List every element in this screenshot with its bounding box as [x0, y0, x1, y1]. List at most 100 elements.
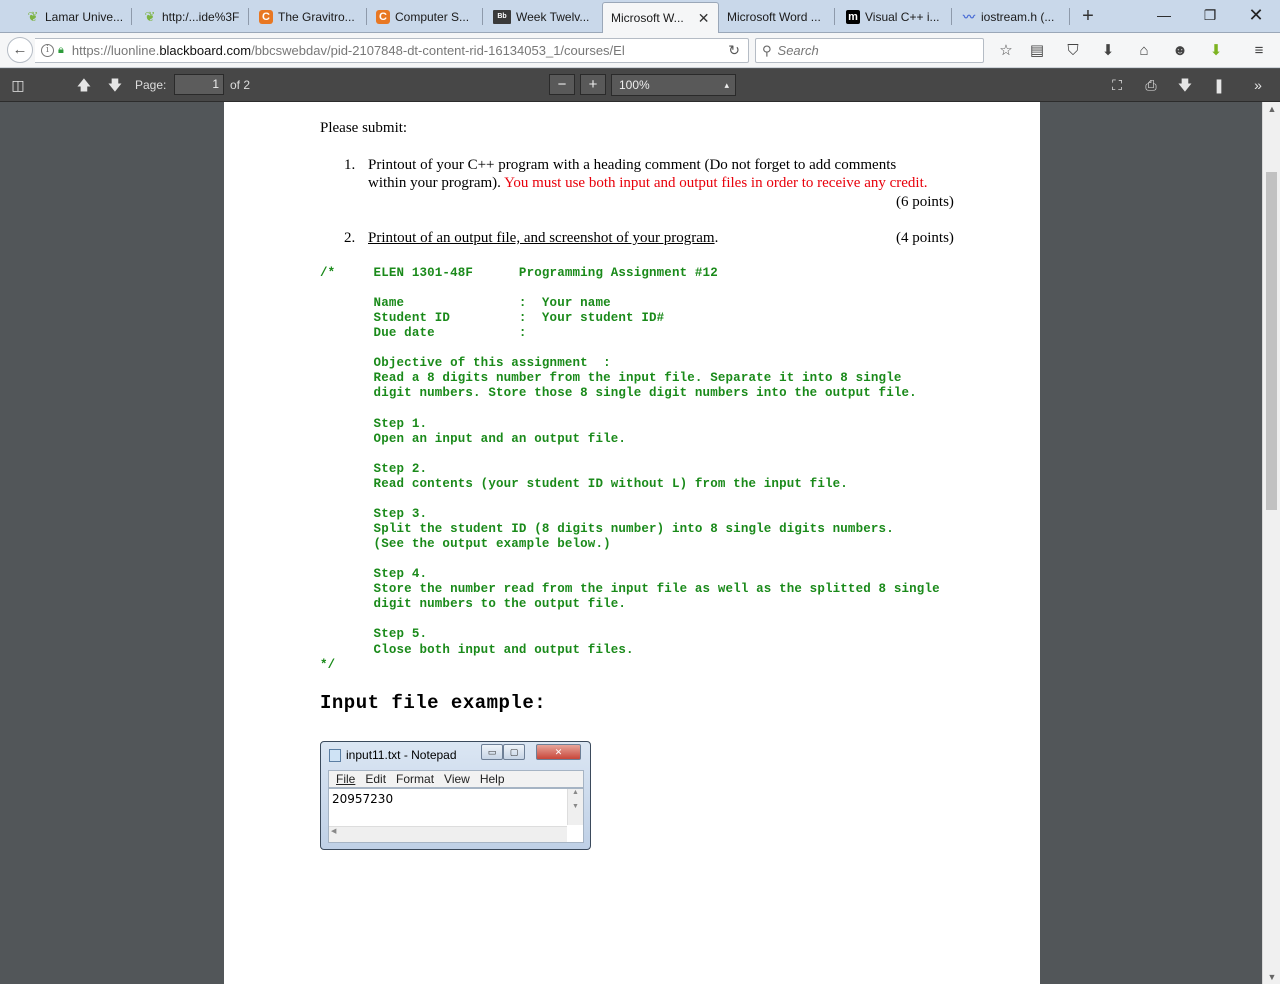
- leaf-icon: ❦: [144, 8, 156, 24]
- tab-lamar[interactable]: ❦ Lamar Unive...: [20, 4, 132, 29]
- menu-file: File: [336, 772, 356, 786]
- print-icon[interactable]: ⎙: [1139, 74, 1163, 96]
- menu-help: Help: [479, 772, 505, 786]
- previous-page-icon[interactable]: 🡅: [72, 74, 96, 96]
- search-icon: ⚲: [762, 42, 772, 58]
- scrollbar-thumb[interactable]: [1266, 172, 1277, 510]
- code-line: digit numbers. Store those 8 single digi…: [320, 386, 917, 401]
- page-scrollbar[interactable]: ▲ ▼: [1262, 102, 1280, 984]
- page-number-input[interactable]: 1: [174, 74, 224, 95]
- close-icon: ✕: [536, 744, 581, 760]
- tab-iostream[interactable]: 〰 iostream.h (...: [956, 4, 1070, 29]
- code-line: (See the output example below.): [320, 537, 611, 552]
- chat-icon[interactable]: ☻: [1169, 40, 1191, 62]
- code-line: Step 4.: [320, 567, 428, 582]
- code-line: */: [320, 657, 336, 672]
- item2-number: 2.: [344, 230, 356, 246]
- chegg-icon: C: [259, 9, 273, 24]
- item1-points: (6 points): [896, 194, 954, 210]
- tab-strip: ❦ Lamar Unive... ❦ http:/...ide%3F C The…: [0, 0, 1280, 33]
- zoom-select[interactable]: 100% ▴: [611, 74, 736, 96]
- pdf-viewer: Please submit: 1. Printout of your C++ p…: [0, 102, 1262, 984]
- navigation-bar: ← i 🔒︎ https://luonline.blackboard.com/b…: [0, 33, 1280, 68]
- wave-icon: 〰: [962, 10, 975, 24]
- zoom-value: 100%: [619, 78, 650, 92]
- next-page-icon[interactable]: 🡇: [103, 74, 127, 96]
- item2-points: (4 points): [896, 230, 954, 246]
- tab-http[interactable]: ❦ http:/...ide%3F: [137, 4, 249, 29]
- tab-visual-cpp[interactable]: m Visual C++ i...: [840, 4, 952, 29]
- minimize-icon[interactable]: —: [1141, 2, 1187, 28]
- m-icon: m: [846, 9, 860, 24]
- item1-number: 1.: [344, 157, 356, 173]
- page-count: of 2: [230, 78, 251, 92]
- code-line: Step 2.: [320, 461, 428, 476]
- presentation-mode-icon[interactable]: ⛶: [1105, 74, 1129, 96]
- pocket-icon[interactable]: ⛉: [1062, 40, 1084, 62]
- url-bar[interactable]: i 🔒︎ https://luonline.blackboard.com/bbc…: [35, 38, 749, 63]
- url-text[interactable]: https://luonline.blackboard.com/bbcswebd…: [72, 43, 696, 58]
- notepad-content: 20957230: [332, 792, 394, 806]
- scroll-up-icon[interactable]: ▲: [1266, 103, 1278, 115]
- chevron-updown-icon: ▴: [724, 80, 729, 90]
- tab-label: Microsoft W...: [611, 11, 684, 25]
- code-line: Step 5.: [320, 627, 428, 642]
- tab-week-twelve[interactable]: Bb Week Twelv...: [487, 4, 600, 29]
- code-line: Due date :: [320, 326, 527, 341]
- tab-microsoft-w-active[interactable]: Microsoft W... ✕: [602, 2, 719, 33]
- menu-view: View: [444, 772, 470, 786]
- item1-line2: within your program). You must use both …: [368, 175, 928, 191]
- bookmark-icon[interactable]: ❚: [1207, 74, 1231, 96]
- menu-format: Format: [396, 772, 435, 786]
- sidebar-toggle-icon[interactable]: ◫: [6, 74, 30, 96]
- tab-label: Week Twelv...: [516, 9, 590, 24]
- bookmark-star-icon[interactable]: ☆: [995, 40, 1017, 62]
- search-input[interactable]: ⚲ Search: [755, 38, 984, 63]
- notepad-icon: [329, 748, 341, 762]
- menu-edit: Edit: [365, 772, 387, 786]
- code-line: Objective of this assignment :: [320, 356, 611, 371]
- pdf-toolbar: ◫ 🡅 🡇 Page: 1 of 2 − + 100% ▴ ⛶ ⎙ 🡇 ❚ »: [0, 69, 1280, 102]
- close-tab-icon[interactable]: ✕: [698, 10, 710, 27]
- restore-icon[interactable]: ❐: [1187, 2, 1233, 28]
- tab-label: http:/...ide%3F: [162, 9, 240, 24]
- code-line: Store the number read from the input fil…: [320, 582, 940, 597]
- code-line: Step 1.: [320, 416, 428, 431]
- horizontal-scrollbar: ◀: [329, 826, 567, 842]
- credit-warning: You must use both input and output files…: [504, 175, 928, 191]
- new-tab-icon[interactable]: +: [1078, 4, 1098, 28]
- input-file-example-heading: Input file example:: [320, 692, 547, 714]
- tab-label: iostream.h (...: [981, 9, 1055, 24]
- lock-icon[interactable]: 🔒︎: [58, 44, 64, 57]
- reload-icon[interactable]: ↻: [728, 42, 740, 59]
- download-helper-icon[interactable]: ⬇: [1205, 40, 1227, 62]
- tab-label: Visual C++ i...: [865, 9, 940, 24]
- tab-label: Microsoft Word ...: [727, 9, 821, 24]
- home-icon[interactable]: ⌂: [1133, 40, 1155, 62]
- code-line: Read contents (your student ID without L…: [320, 476, 848, 491]
- tab-label: The Gravitro...: [278, 9, 355, 24]
- tab-label: Lamar Unive...: [45, 9, 124, 24]
- tools-chevron-icon[interactable]: »: [1246, 74, 1270, 96]
- please-submit-heading: Please submit:: [320, 120, 408, 136]
- zoom-in-button[interactable]: +: [580, 74, 606, 95]
- save-icon[interactable]: 🡇: [1173, 74, 1197, 96]
- vertical-scrollbar: ▲ ▼: [567, 789, 583, 825]
- menu-icon[interactable]: ≡: [1248, 40, 1270, 62]
- close-window-icon[interactable]: ✕: [1233, 2, 1279, 28]
- tab-computer-s[interactable]: C Computer S...: [370, 4, 483, 29]
- code-line: Name : Your name: [320, 296, 611, 311]
- code-line: Student ID : Your student ID#: [320, 311, 665, 326]
- tab-gravitron[interactable]: C The Gravitro...: [253, 4, 367, 29]
- notepad-screenshot: input11.txt - Notepad ▭ ▢ ✕ File Edit Fo…: [320, 741, 591, 850]
- code-line: /* ELEN 1301-48F Programming Assignment …: [320, 266, 718, 280]
- back-arrow-icon[interactable]: ←: [7, 37, 33, 63]
- downloads-icon[interactable]: ⬇: [1097, 40, 1119, 62]
- leaf-icon: ❦: [27, 8, 39, 24]
- info-icon[interactable]: i: [41, 44, 54, 57]
- zoom-out-button[interactable]: −: [549, 74, 575, 95]
- reading-list-icon[interactable]: ▤: [1026, 40, 1048, 62]
- scroll-down-icon[interactable]: ▼: [1266, 971, 1278, 983]
- code-line: Split the student ID (8 digits number) i…: [320, 522, 894, 537]
- tab-microsoft-word[interactable]: Microsoft Word ...: [721, 4, 835, 29]
